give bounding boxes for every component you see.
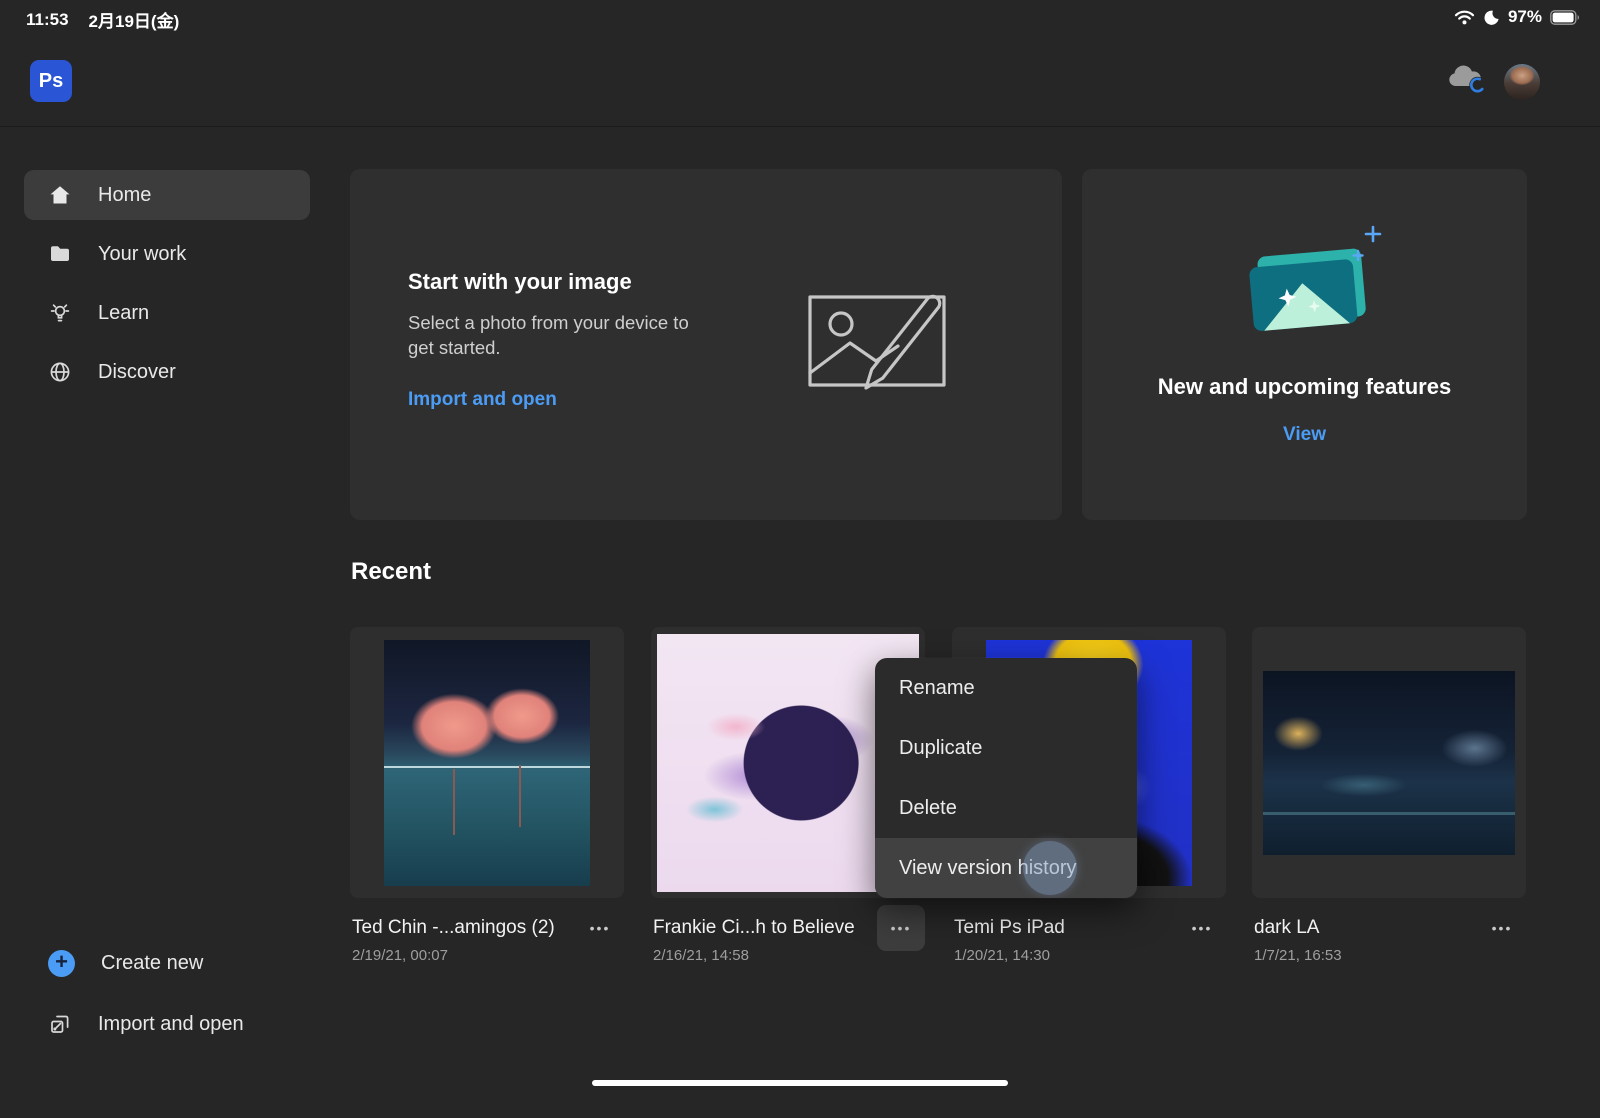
start-with-image-card: Start with your image Select a photo fro…: [350, 169, 1062, 520]
photoshop-app-logo: Ps: [30, 60, 72, 102]
wifi-icon: [1454, 9, 1475, 25]
home-indicator-bar[interactable]: [592, 1080, 1008, 1086]
create-new-button[interactable]: + Create new: [24, 938, 310, 988]
battery-percent: 97%: [1508, 7, 1542, 27]
recent-item-date: 1/7/21, 16:53: [1254, 947, 1342, 964]
status-bar: 11:53 2月19日(金) 97%: [0, 0, 1600, 34]
create-new-label: Create new: [101, 952, 203, 975]
recent-item-date: 1/20/21, 14:30: [954, 947, 1050, 964]
dark-la-artwork-image: [1263, 671, 1515, 855]
menu-item-label: Delete: [899, 797, 957, 820]
home-icon: [48, 183, 72, 207]
import-and-open-link[interactable]: Import and open: [408, 389, 557, 411]
status-date: 2月19日(金): [89, 7, 180, 32]
recent-thumbnail-dark-la[interactable]: [1252, 627, 1526, 898]
photoshop-ipad-home-screen: 11:53 2月19日(金) 97%: [0, 0, 1600, 1118]
recent-item-dark-la: dark LA 1/7/21, 16:53: [1252, 627, 1526, 987]
menu-item-delete[interactable]: Delete: [875, 778, 1137, 838]
import-icon: [48, 1012, 72, 1036]
sidebar-item-your-work[interactable]: Your work: [24, 229, 310, 279]
menu-item-rename[interactable]: Rename: [875, 658, 1137, 718]
moon-icon: [1483, 9, 1500, 26]
recent-item-date: 2/19/21, 00:07: [352, 947, 448, 964]
lightbulb-icon: [48, 301, 72, 325]
recent-heading: Recent: [351, 558, 431, 586]
sidebar-item-discover[interactable]: Discover: [24, 347, 310, 397]
recent-item-date: 2/16/21, 14:58: [653, 947, 749, 964]
new-features-card: New and upcoming features View: [1082, 169, 1527, 520]
globe-icon: [48, 360, 72, 384]
status-time: 11:53: [26, 10, 69, 30]
more-options-button[interactable]: [1478, 905, 1526, 951]
image-with-pen-icon: [808, 293, 948, 400]
sidebar-item-label: Learn: [98, 302, 149, 325]
menu-item-label: Duplicate: [899, 737, 982, 760]
more-options-button[interactable]: [1178, 905, 1226, 951]
cloud-sync-icon[interactable]: [1444, 62, 1490, 101]
recent-item-title: Ted Chin -...amingos (2): [352, 917, 580, 939]
recent-item-title: dark LA: [1254, 917, 1482, 939]
battery-icon: [1550, 10, 1580, 25]
folder-icon: [48, 242, 72, 266]
menu-item-view-version-history[interactable]: View version history: [875, 838, 1137, 898]
document-context-menu: Rename Duplicate Delete View version his…: [875, 658, 1137, 898]
recent-thumbnail-flamingos[interactable]: [350, 627, 624, 898]
start-card-title: Start with your image: [408, 269, 708, 295]
menu-item-duplicate[interactable]: Duplicate: [875, 718, 1137, 778]
features-card-title: New and upcoming features: [1158, 374, 1451, 400]
more-options-button[interactable]: [576, 905, 624, 951]
sidebar-item-label: Discover: [98, 361, 176, 384]
features-view-link[interactable]: View: [1283, 424, 1326, 446]
sparkle-folder-illustration: [1215, 221, 1395, 356]
user-avatar[interactable]: [1504, 64, 1540, 100]
touch-indicator: [1023, 841, 1077, 895]
sidebar-item-home[interactable]: Home: [24, 170, 310, 220]
sidebar-item-learn[interactable]: Learn: [24, 288, 310, 338]
start-card-description: Select a photo from your device to get s…: [408, 311, 708, 361]
sidebar-item-label: Your work: [98, 243, 186, 266]
recent-item-title: Frankie Ci...h to Believe: [653, 917, 881, 939]
menu-item-label: Rename: [899, 677, 975, 700]
flamingos-artwork-image: [384, 640, 590, 886]
import-and-open-label: Import and open: [98, 1013, 244, 1036]
recent-item-title: Temi Ps iPad: [954, 917, 1182, 939]
recent-item-flamingos: Ted Chin -...amingos (2) 2/19/21, 00:07: [350, 627, 624, 987]
header-divider: [0, 126, 1600, 127]
sidebar-item-label: Home: [98, 184, 151, 207]
import-and-open-button[interactable]: Import and open: [24, 999, 310, 1049]
more-options-button-active[interactable]: [877, 905, 925, 951]
sidebar-footer: + Create new Import and open: [24, 938, 310, 1049]
sidebar: Home Your work Learn: [24, 170, 310, 397]
plus-circle-icon: +: [48, 950, 75, 977]
